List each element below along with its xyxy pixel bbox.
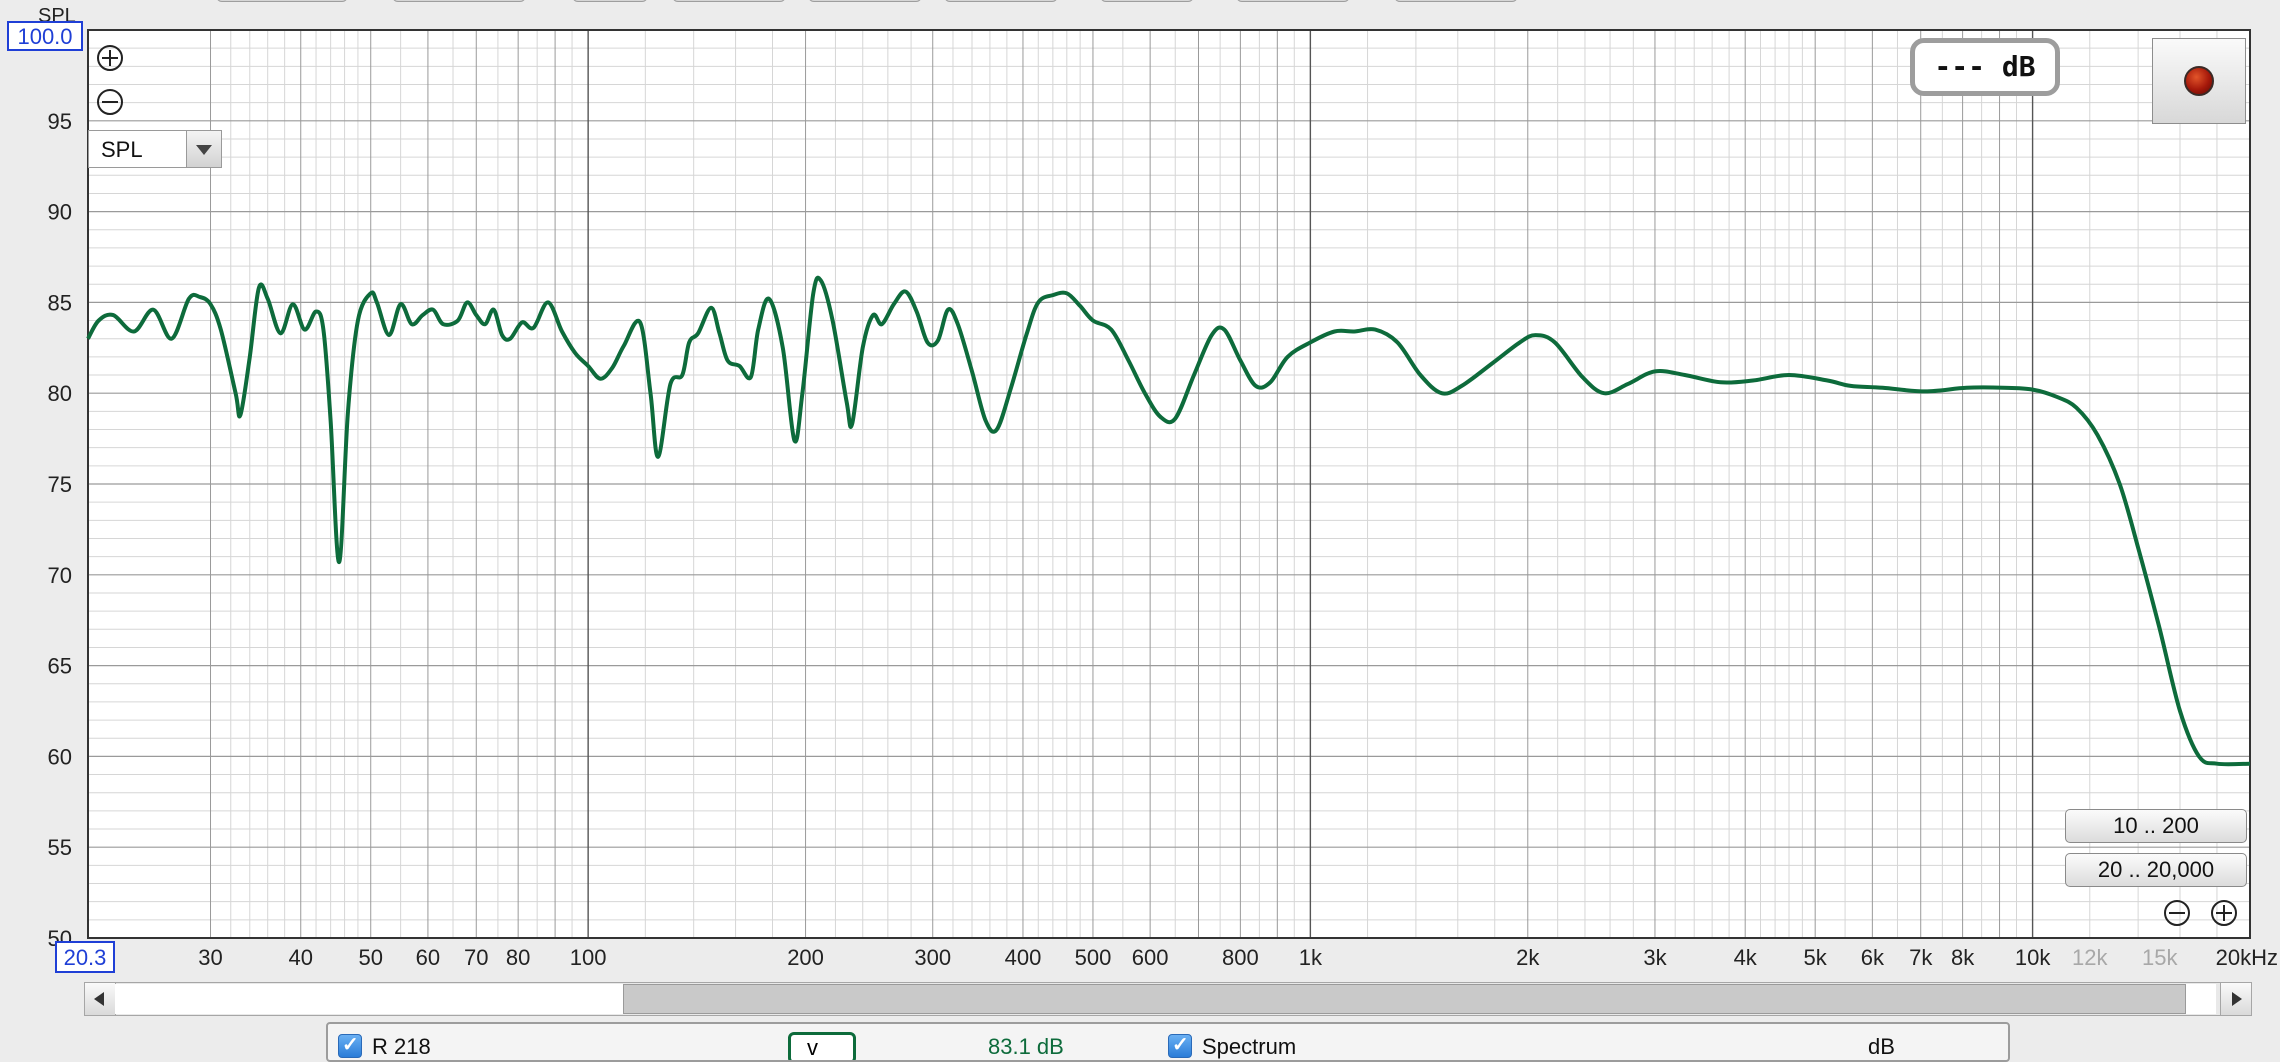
x-tick-label: 2k bbox=[1516, 945, 1540, 970]
x-tick-label: 4k bbox=[1734, 945, 1758, 970]
graph-type-select[interactable]: SPL bbox=[88, 130, 222, 168]
x-min-label[interactable]: 20.3 bbox=[64, 945, 107, 970]
trace-name[interactable]: R 218 bbox=[372, 1034, 431, 1060]
x-tick-label: 100 bbox=[570, 945, 607, 970]
x-tick-label: 8k bbox=[1951, 945, 1975, 970]
y-tick-label: 80 bbox=[48, 381, 72, 406]
x-tick-label: 80 bbox=[506, 945, 530, 970]
x-tick-label: 7k bbox=[1909, 945, 1933, 970]
trace-color-dropdown[interactable]: v bbox=[788, 1032, 856, 1060]
range-20-20000-button[interactable]: 20 .. 20,000 bbox=[2065, 853, 2247, 887]
legend-panel: R 218 v 83.1 dB Spectrum dB bbox=[326, 1022, 2010, 1062]
x-tick-label: 1k bbox=[1299, 945, 1323, 970]
record-button[interactable] bbox=[2152, 38, 2246, 124]
x-tick-label: 15k bbox=[2142, 945, 2178, 970]
y-tick-label: 65 bbox=[48, 654, 72, 679]
x-tick-label: 40 bbox=[288, 945, 312, 970]
scroll-track-right[interactable] bbox=[2185, 984, 2216, 1014]
horizontal-scrollbar[interactable] bbox=[84, 982, 2252, 1016]
y-max-label[interactable]: 100.0 bbox=[17, 24, 72, 49]
x-tick-label: 500 bbox=[1075, 945, 1112, 970]
x-tick-label: 800 bbox=[1222, 945, 1259, 970]
x-tick-label: 10k bbox=[2015, 945, 2051, 970]
x-tick-label: 400 bbox=[1005, 945, 1042, 970]
y-tick-label: 70 bbox=[48, 563, 72, 588]
y-tick-label: 55 bbox=[48, 835, 72, 860]
y-tick-label: 75 bbox=[48, 472, 72, 497]
x-axis-ticks: 30 40 50 60 70 80 100 200 300 400 500 600 800 1k 2k 3k 4… bbox=[198, 945, 2278, 970]
y-tick-label: 90 bbox=[48, 200, 72, 225]
y-tick-label: 95 bbox=[48, 109, 72, 134]
x-tick-label: 50 bbox=[358, 945, 382, 970]
right-arrow-icon[interactable] bbox=[2220, 983, 2251, 1015]
x-tick-label: 200 bbox=[787, 945, 824, 970]
y-tick-label: 60 bbox=[48, 744, 72, 769]
x-tick-label: 70 bbox=[464, 945, 488, 970]
spl-graph[interactable]: SPL 95 90 85 80 75 70 65 60 55 50 30 40 50 60 70 80 100… bbox=[0, 0, 2280, 1046]
level-readout: --- dB bbox=[1910, 38, 2060, 96]
record-icon bbox=[2184, 66, 2214, 96]
range-10-200-button[interactable]: 10 .. 200 bbox=[2065, 809, 2247, 843]
trace-visible-checkbox[interactable] bbox=[338, 1032, 362, 1058]
trace-value: 83.1 dB bbox=[988, 1034, 1064, 1059]
left-arrow-icon[interactable] bbox=[85, 983, 116, 1015]
y-axis-ticks: 95908580757065605550 bbox=[48, 109, 72, 951]
x-tick-label: 5k bbox=[1804, 945, 1828, 970]
chevron-down-icon[interactable] bbox=[186, 131, 221, 167]
x-axis-unit-label: 20kHz bbox=[2216, 945, 2278, 970]
spectrum-checkbox[interactable] bbox=[1168, 1032, 1192, 1058]
y-tick-label: 85 bbox=[48, 290, 72, 315]
x-tick-label: 60 bbox=[416, 945, 440, 970]
spectrum-value: dB bbox=[1868, 1034, 1895, 1059]
x-tick-label: 600 bbox=[1132, 945, 1169, 970]
x-tick-label: 3k bbox=[1643, 945, 1667, 970]
x-tick-label: 30 bbox=[198, 945, 222, 970]
trace-dropdown-label: v bbox=[807, 1035, 818, 1060]
graph-type-value: SPL bbox=[101, 137, 143, 162]
spectrum-label[interactable]: Spectrum bbox=[1202, 1034, 1296, 1060]
x-tick-label: 12k bbox=[2072, 945, 2108, 970]
x-tick-label: 6k bbox=[1861, 945, 1885, 970]
scroll-track-left[interactable] bbox=[115, 984, 624, 1014]
x-tick-label: 300 bbox=[914, 945, 951, 970]
